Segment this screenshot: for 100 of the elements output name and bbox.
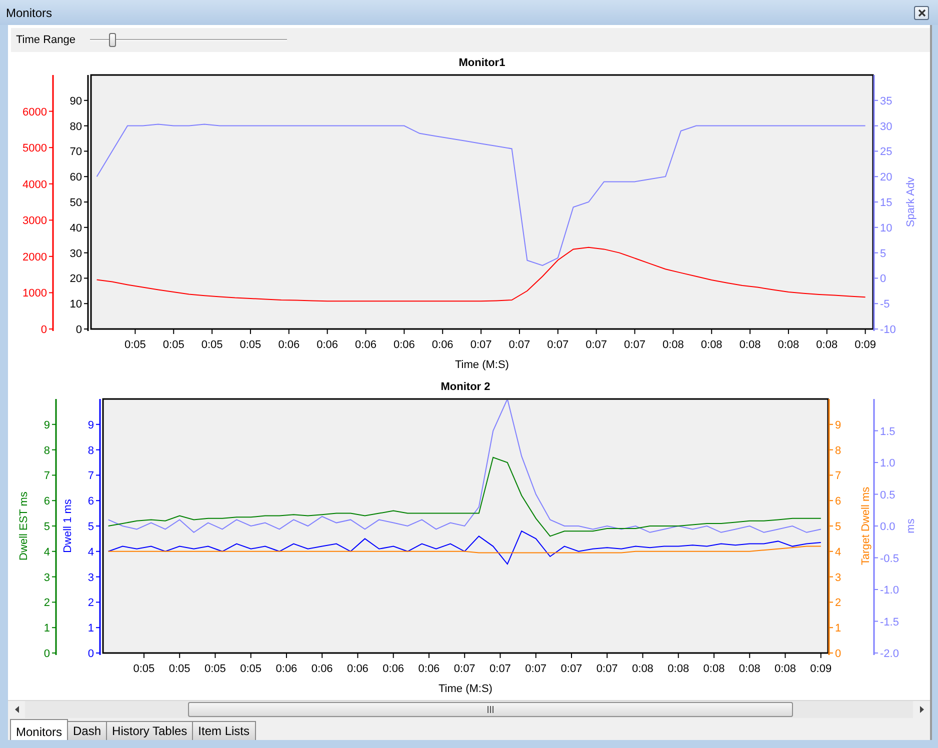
tick-label: 2 (44, 597, 50, 610)
scroll-right-button[interactable] (913, 701, 930, 718)
tick-label: 3 (44, 572, 50, 584)
tick-label: 0:06 (311, 663, 333, 675)
tick-label: 7 (835, 470, 842, 482)
tick-label: 0:06 (276, 663, 298, 675)
tick-label: 4000 (22, 178, 47, 191)
tick-label: 25 (880, 146, 892, 158)
tick-label: 0:05 (124, 339, 146, 351)
tick-label: -1.5 (880, 616, 899, 628)
tick-label: 3 (835, 572, 842, 584)
tick-label: -0.5 (880, 552, 899, 565)
tick-label: 9 (44, 419, 50, 432)
tick-label: -10 (880, 324, 896, 336)
tick-label: 0:06 (347, 663, 368, 675)
tick-label: 9 (835, 419, 842, 432)
tick-label: 6 (835, 496, 842, 508)
tick-label: 6 (44, 496, 50, 508)
tick-label: 0 (40, 324, 47, 336)
tick-label: 50 (70, 197, 82, 209)
tab[interactable]: Dash (67, 721, 108, 740)
tick-label: 0:05 (240, 663, 262, 675)
tick-label: 0:06 (355, 339, 376, 351)
tick-label: 2 (88, 597, 94, 610)
tick-label: 5 (835, 521, 842, 533)
axis-title: Time (M:S) (455, 359, 509, 371)
tick-label: 0 (835, 648, 842, 660)
tick-label: 5 (44, 521, 50, 533)
tick-label: 7 (44, 470, 50, 482)
tab[interactable]: Monitors (10, 719, 68, 740)
tick-label: 6 (88, 496, 94, 508)
tick-label: 0:08 (739, 339, 761, 351)
tick-label: 0 (880, 273, 886, 286)
left-arrow-icon (14, 706, 18, 713)
tick-label: 9 (88, 419, 94, 432)
tick-label: 60 (70, 172, 82, 184)
tick-label: 0:05 (201, 339, 223, 351)
tick-label: 2000 (22, 251, 47, 264)
tick-label: 6000 (22, 106, 47, 118)
tick-label: 0 (88, 648, 94, 660)
tick-label: 0.0 (880, 521, 896, 533)
tick-label: 0:08 (738, 663, 760, 675)
tick-label: 0:05 (240, 339, 262, 351)
tick-label: 0:07 (586, 339, 608, 351)
tick-label: 0:07 (547, 339, 569, 351)
tick-label: 8 (44, 444, 50, 457)
scroll-left-button[interactable] (8, 701, 25, 718)
tick-label: 0:07 (560, 663, 582, 675)
tick-label: 20 (880, 172, 892, 184)
tick-label: 1 (88, 622, 94, 635)
tick-label: 5 (880, 248, 886, 260)
tick-label: 0:06 (418, 663, 440, 675)
tick-label: 0:06 (316, 339, 338, 351)
window-title: Monitors (6, 6, 52, 20)
tab[interactable]: History Tables (106, 721, 194, 740)
tick-label: 1.5 (880, 426, 896, 438)
tick-label: 8 (88, 444, 94, 457)
tick-label: 0:08 (816, 339, 838, 351)
tick-label: 1 (44, 622, 50, 635)
tick-label: 0:05 (133, 663, 155, 675)
close-button[interactable] (914, 6, 929, 20)
tick-label: 0:08 (662, 339, 684, 351)
tick-label: -1.0 (880, 584, 899, 596)
scroll-thumb[interactable] (188, 702, 793, 717)
axis-title: Dwell 1 ms (62, 499, 74, 553)
tick-label: 70 (70, 146, 82, 158)
tick-label: 1000 (22, 288, 47, 300)
axis-title: ms (905, 518, 917, 534)
tick-label: 0:06 (278, 339, 300, 351)
axis-title: Target Dwell ms (860, 486, 872, 566)
tick-label: 0:07 (470, 339, 492, 351)
tick-label: 0:07 (596, 663, 618, 675)
tick-label: 10 (880, 222, 892, 234)
tick-label: 0:08 (700, 339, 722, 351)
tick-label: 0:06 (382, 663, 404, 675)
tick-label: 1.0 (880, 458, 896, 470)
tick-label: 1 (835, 622, 842, 635)
tick-label: 0 (44, 648, 50, 660)
slider-thumb[interactable] (108, 33, 116, 47)
tick-label: 4 (835, 546, 842, 558)
tick-label: 0:06 (393, 339, 415, 351)
tick-label: 40 (70, 222, 82, 234)
tick-label: 0:09 (810, 663, 832, 675)
scrollbar[interactable] (8, 700, 930, 718)
tick-label: 7 (88, 470, 94, 482)
tick-label: 0:09 (854, 339, 876, 351)
tick-label: 35 (880, 95, 892, 108)
tick-label: 0:08 (774, 663, 796, 675)
tick-label: 0:07 (525, 663, 547, 675)
close-icon (918, 8, 926, 16)
tick-label: 0:05 (162, 339, 184, 351)
tab[interactable]: Item Lists (192, 721, 256, 740)
tick-label: 0 (76, 324, 82, 336)
tick-label: 4 (88, 546, 94, 558)
chart-title: Monitor1 (458, 57, 506, 69)
tick-label: 0:06 (432, 339, 454, 351)
tick-label: -2.0 (880, 648, 899, 660)
axis-title: Spark Adv (905, 176, 917, 228)
tick-label: 3 (88, 572, 94, 584)
tick-label: 30 (880, 120, 892, 133)
